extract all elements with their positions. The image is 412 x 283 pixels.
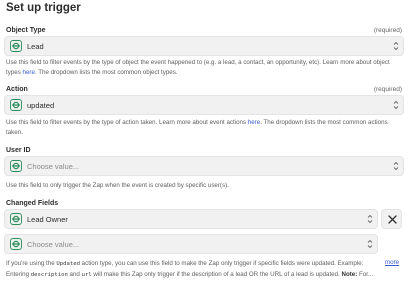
app-logo-icon xyxy=(10,213,22,225)
changed-fields-placeholder: Choose value... xyxy=(27,240,80,249)
event-actions-link[interactable]: here xyxy=(248,119,260,126)
app-logo-icon xyxy=(10,40,22,52)
user-id-placeholder: Choose value... xyxy=(27,162,80,171)
app-logo-icon xyxy=(10,160,22,172)
changed-fields-label: Changed Fields xyxy=(6,200,59,207)
object-type-value: Lead xyxy=(27,42,44,51)
changed-fields-select-1[interactable]: Lead Owner xyxy=(4,209,378,229)
user-id-label: User ID xyxy=(6,147,31,154)
action-required: (required) xyxy=(373,86,402,93)
changed-fields-value: Lead Owner xyxy=(27,215,68,224)
object-types-link[interactable]: here xyxy=(23,69,35,76)
chevron-updown-icon xyxy=(367,239,373,249)
object-type-label: Object Type xyxy=(6,27,46,34)
app-logo-icon xyxy=(10,99,22,111)
action-help: Use this field to filter events by the t… xyxy=(6,119,388,136)
object-type-select[interactable]: Lead xyxy=(4,36,404,56)
user-id-select[interactable]: Choose value... xyxy=(4,156,404,176)
close-icon xyxy=(388,215,397,224)
action-label: Action xyxy=(6,86,28,93)
chevron-updown-icon xyxy=(393,100,399,110)
app-logo-icon xyxy=(10,238,22,250)
action-value: updated xyxy=(27,101,55,110)
remove-field-button[interactable] xyxy=(381,209,402,229)
changed-fields-help: If you're using the Updated action type,… xyxy=(6,260,374,278)
page-title: Set up trigger xyxy=(6,2,81,14)
changed-fields-select-2[interactable]: Choose value... xyxy=(4,234,378,254)
action-select[interactable]: updated xyxy=(4,95,404,115)
chevron-updown-icon xyxy=(367,214,373,224)
more-link[interactable]: more xyxy=(385,259,399,266)
chevron-updown-icon xyxy=(393,41,399,51)
chevron-updown-icon xyxy=(393,161,399,171)
object-type-help: Use this field to filter events by the t… xyxy=(6,59,390,76)
user-id-help: Use this field to only trigger the Zap w… xyxy=(6,182,229,189)
object-type-required: (required) xyxy=(373,27,402,34)
